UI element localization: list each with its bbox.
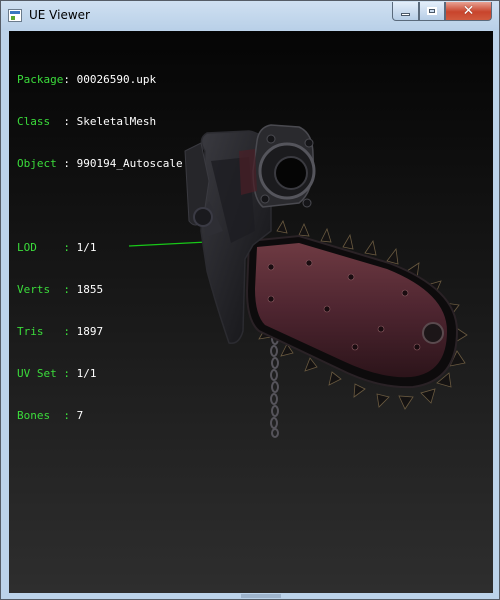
app-icon [8,9,22,22]
info-label: UV Set [17,367,64,380]
resize-grip[interactable] [241,594,281,598]
info-label: Bones [17,409,64,422]
maximize-button[interactable] [419,2,445,21]
info-row-lod: LOD : 1/1 [17,241,183,255]
minimize-button[interactable] [392,2,419,21]
info-row-package: Package: 00026590.upk [17,73,183,87]
info-row-tris: Tris : 1897 [17,325,183,339]
info-row-uvset: UV Set : 1/1 [17,367,183,381]
info-label: LOD [17,241,64,254]
info-value: SkeletalMesh [76,115,157,128]
info-label: Verts [17,283,64,296]
info-separator: : [63,283,77,296]
info-value: 1/1 [76,241,97,254]
3d-viewport[interactable]: Package: 00026590.upk Class : SkeletalMe… [9,31,493,593]
info-value: 1/1 [76,367,97,380]
info-separator: : [63,409,77,422]
info-separator: : [63,115,77,128]
blade-tip-gear [422,322,444,344]
info-label: Tris [17,325,64,338]
close-button[interactable]: ✕ [445,2,492,21]
mesh-info-overlay: Package: 00026590.upk Class : SkeletalMe… [17,45,183,451]
info-separator: : [63,157,77,170]
close-icon: ✕ [462,3,475,19]
info-separator: : [63,325,77,338]
title-bar[interactable]: UE Viewer ✕ [1,1,499,30]
info-label: Class [17,115,64,128]
info-separator: : [63,367,77,380]
info-row-class: Class : SkeletalMesh [17,115,183,129]
barrel [252,124,316,208]
info-separator: : [63,241,77,254]
info-label: Object [17,157,64,170]
info-row-verts: Verts : 1855 [17,283,183,297]
info-value: 990194_Autoscale [76,157,183,170]
window-title: UE Viewer [29,8,90,22]
info-separator: : [63,73,77,86]
info-label: Package [17,73,64,86]
maximize-icon [427,7,437,15]
hanging-chain [270,333,279,438]
app-window: UE Viewer ✕ Package: 00026590.upk Class … [0,0,500,600]
info-value: 00026590.upk [76,73,157,86]
info-value: 1897 [76,325,104,338]
info-row-object: Object : 990194_Autoscale [17,157,183,171]
minimize-icon [401,12,410,16]
info-value: 1855 [76,283,104,296]
info-row-bones: Bones : 7 [17,409,183,423]
info-value: 7 [76,409,84,422]
